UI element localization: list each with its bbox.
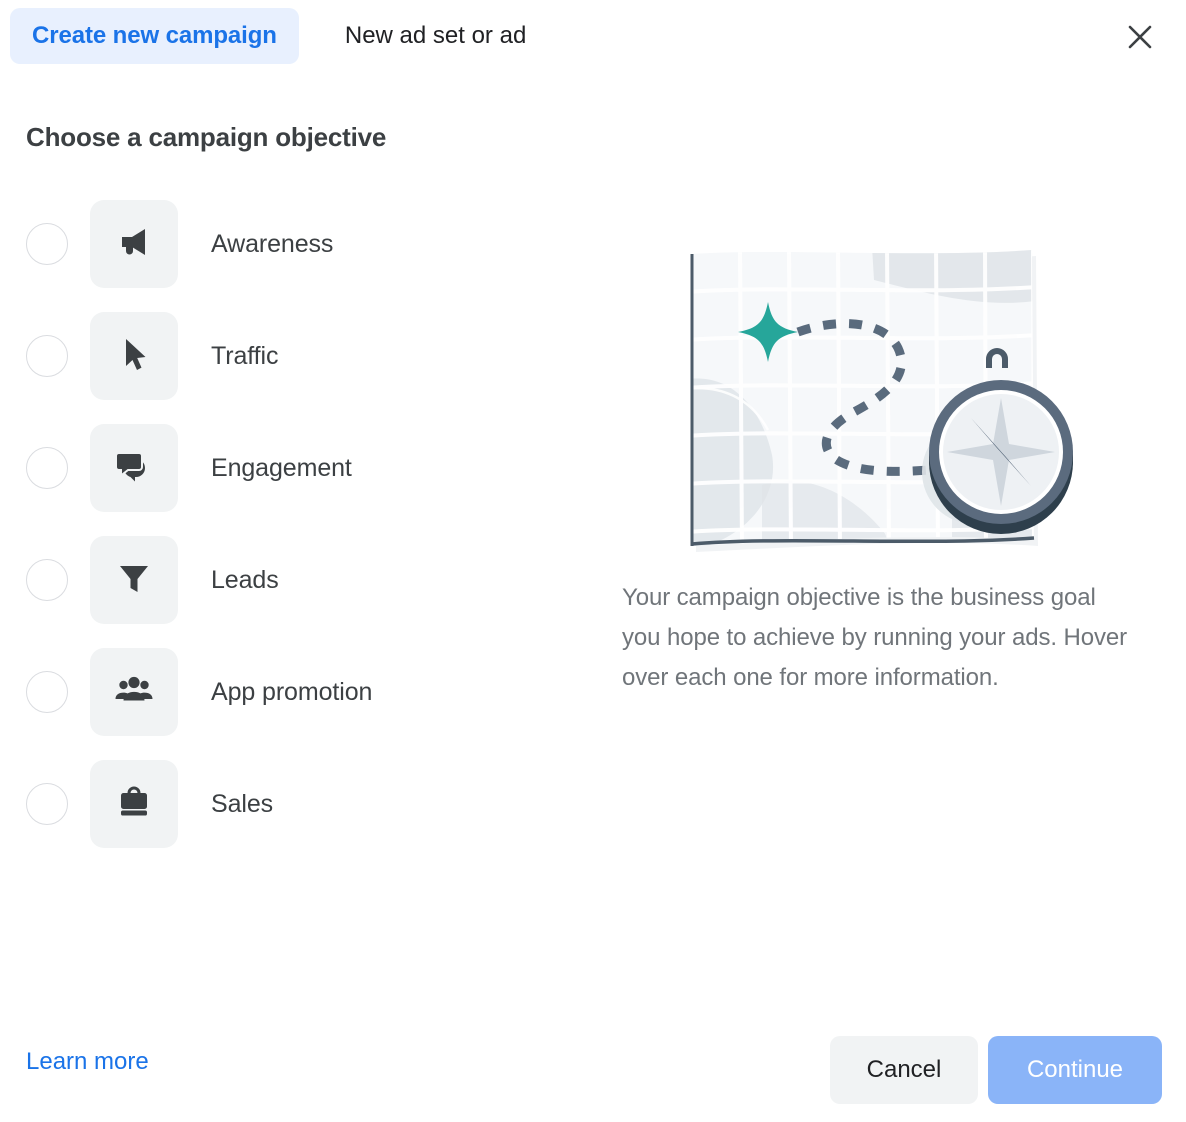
radio-leads[interactable] [26, 559, 68, 601]
dialog-header: Create new campaign New ad set or ad [0, 0, 1186, 72]
cancel-button[interactable]: Cancel [830, 1036, 978, 1104]
close-dialog-button[interactable] [1118, 16, 1162, 60]
chat-bubbles-icon [112, 444, 156, 493]
objective-option-sales[interactable]: Sales [26, 756, 586, 852]
objective-option-app-promotion[interactable]: App promotion [26, 644, 586, 740]
objective-option-traffic[interactable]: Traffic [26, 308, 586, 404]
objective-option-engagement[interactable]: Engagement [26, 420, 586, 516]
sales-icon-tile [90, 760, 178, 848]
objective-option-leads[interactable]: Leads [26, 532, 586, 628]
engagement-icon-tile [90, 424, 178, 512]
campaign-objective-list: Awareness Traffic Engagement Leads App p… [26, 196, 586, 868]
radio-app-promotion[interactable] [26, 671, 68, 713]
radio-sales[interactable] [26, 783, 68, 825]
tab-new-ad-set-or-ad[interactable]: New ad set or ad [339, 12, 532, 60]
objective-info-panel: Your campaign objective is the business … [622, 240, 1142, 698]
traffic-icon-tile [90, 312, 178, 400]
objective-label: Engagement [211, 453, 352, 482]
objective-option-awareness[interactable]: Awareness [26, 196, 586, 292]
radio-traffic[interactable] [26, 335, 68, 377]
radio-awareness[interactable] [26, 223, 68, 265]
briefcase-icon [112, 780, 156, 829]
cursor-icon [112, 332, 156, 381]
continue-button[interactable]: Continue [988, 1036, 1162, 1104]
map-with-compass-illustration [622, 240, 1142, 560]
objective-label: Traffic [211, 341, 279, 370]
objective-label: Awareness [211, 229, 334, 258]
tab-create-new-campaign[interactable]: Create new campaign [10, 8, 299, 64]
objective-label: Leads [211, 565, 279, 594]
page-title: Choose a campaign objective [26, 122, 387, 152]
objective-description: Your campaign objective is the business … [622, 584, 1128, 691]
leads-icon-tile [90, 536, 178, 624]
megaphone-icon [112, 220, 156, 269]
app-promotion-icon-tile [90, 648, 178, 736]
radio-engagement[interactable] [26, 447, 68, 489]
awareness-icon-tile [90, 200, 178, 288]
dialog-footer: Learn more Cancel Continue [0, 1018, 1186, 1122]
close-icon [1127, 24, 1153, 53]
objective-label: Sales [211, 789, 274, 818]
objective-label: App promotion [211, 677, 373, 706]
people-icon [112, 668, 156, 717]
funnel-icon [112, 556, 156, 605]
learn-more-link[interactable]: Learn more [26, 1048, 149, 1076]
